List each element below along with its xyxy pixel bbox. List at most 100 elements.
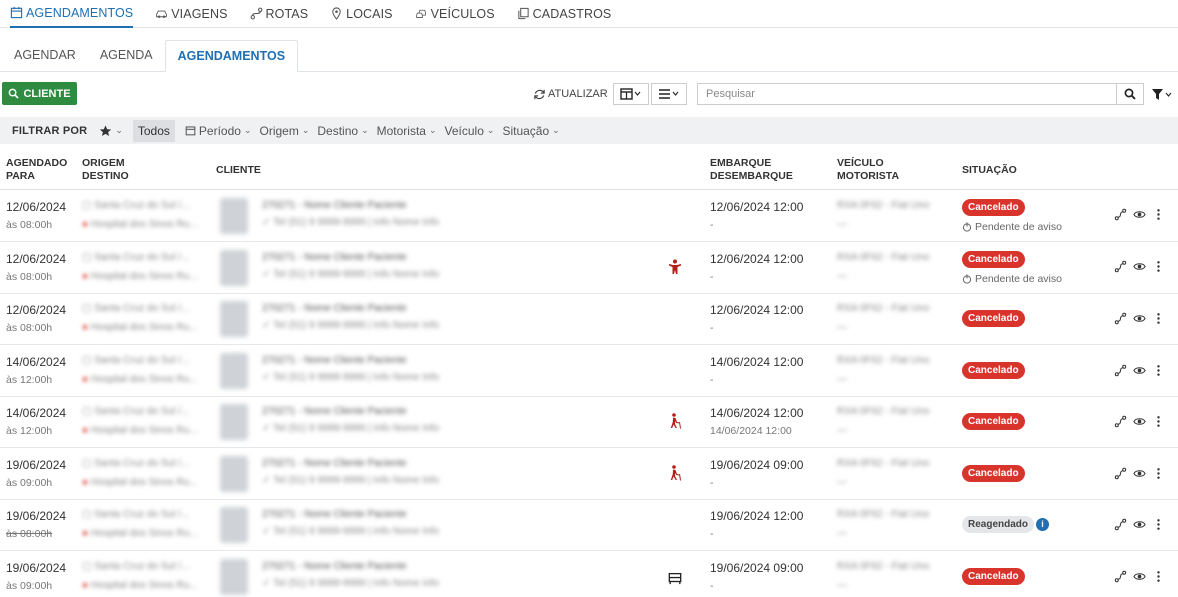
more-action[interactable] xyxy=(1152,312,1165,325)
chevron-down-icon: ⌄ xyxy=(552,125,560,135)
route-action[interactable] xyxy=(1114,467,1127,480)
route-action[interactable] xyxy=(1114,312,1127,325)
filter-periodo[interactable]: Período ⌄ xyxy=(185,124,251,138)
filter-origem[interactable]: Origem ⌄ xyxy=(259,124,309,138)
nav-rotas[interactable]: ROTAS xyxy=(250,0,309,28)
tab-agendar[interactable]: AGENDAR xyxy=(2,39,88,71)
route-action[interactable] xyxy=(1114,518,1127,531)
embarque-time: 14/06/2024 12:00 xyxy=(710,406,804,420)
rows-density-button[interactable] xyxy=(651,83,687,105)
nav-cadastros[interactable]: CADASTROS xyxy=(517,0,612,28)
table-row[interactable]: 19/06/2024 às 08:00h ▢ Santa Cruz do Sul /… xyxy=(0,500,1178,551)
filter-destino[interactable]: Destino ⌄ xyxy=(317,124,368,138)
client-name-blurred[interactable]: 270271 - Nome Cliente Paciente xyxy=(262,252,407,263)
route-action[interactable] xyxy=(1114,208,1127,221)
more-action[interactable] xyxy=(1152,208,1165,221)
col-agendado[interactable]: AGENDADO PARA xyxy=(6,157,67,183)
status-badge: Cancelado xyxy=(962,413,1025,430)
view-action[interactable] xyxy=(1133,570,1146,583)
search-icon xyxy=(9,88,20,99)
scheduled-hour: às 08:00h xyxy=(6,219,53,231)
route-action[interactable] xyxy=(1114,415,1127,428)
client-name-blurred[interactable]: 270271 - Nome Cliente Paciente xyxy=(262,561,407,572)
more-action[interactable] xyxy=(1152,415,1165,428)
col-cliente[interactable]: CLIENTE xyxy=(216,164,261,177)
client-name-blurred[interactable]: 270271 - Nome Cliente Paciente xyxy=(262,355,407,366)
client-name-blurred[interactable]: 270271 - Nome Cliente Paciente xyxy=(262,509,407,520)
table-row[interactable]: 19/06/2024 às 09:00h ▢ Santa Cruz do Sul /… xyxy=(0,449,1178,500)
filter-veiculo[interactable]: Veículo ⌄ xyxy=(445,124,495,138)
view-action[interactable] xyxy=(1133,467,1146,480)
desembarque-time: - xyxy=(710,219,714,231)
table-row[interactable]: 12/06/2024 às 08:00h ▢ Santa Cruz do Sul /… xyxy=(0,191,1178,242)
favorites-filter[interactable]: ⌄ xyxy=(99,125,123,137)
atualizar-button[interactable]: ATUALIZAR xyxy=(533,84,608,104)
route-icon xyxy=(1114,415,1127,428)
eye-icon xyxy=(1133,573,1146,580)
col-embarque[interactable]: EMBARQUE DESEMBARQUE xyxy=(710,157,793,183)
search-input[interactable] xyxy=(697,83,1117,105)
route-action[interactable] xyxy=(1114,364,1127,377)
filter-situacao[interactable]: Situação ⌄ xyxy=(502,124,559,138)
eye-icon xyxy=(1133,418,1146,425)
nav-veiculos[interactable]: VEÍCULOS xyxy=(415,0,495,28)
pending-label: Pendente de aviso xyxy=(975,273,1062,285)
tab-agendamentos[interactable]: AGENDAMENTOS xyxy=(164,40,299,72)
search-button[interactable] xyxy=(1117,83,1144,105)
embarque-time: 14/06/2024 12:00 xyxy=(710,355,804,369)
nav-viagens[interactable]: VIAGENS xyxy=(155,0,227,28)
table-row[interactable]: 14/06/2024 às 12:00h ▢ Santa Cruz do Sul /… xyxy=(0,346,1178,397)
tab-agenda[interactable]: AGENDA xyxy=(88,39,165,71)
origin-blurred: ▢ Santa Cruz do Sul /... xyxy=(82,200,190,211)
route-action[interactable] xyxy=(1114,570,1127,583)
table-row[interactable]: 19/06/2024 às 09:00h ▢ Santa Cruz do Sul /… xyxy=(0,552,1178,597)
view-action[interactable] xyxy=(1133,208,1146,221)
col-veiculo[interactable]: VEÍCULO MOTORISTA xyxy=(837,157,899,183)
vehicle-blurred: RXA 0F62 - Fiat Uno xyxy=(837,200,930,211)
more-action[interactable] xyxy=(1152,260,1165,273)
table-row[interactable]: 12/06/2024 às 08:00h ▢ Santa Cruz do Sul /… xyxy=(0,243,1178,294)
more-action[interactable] xyxy=(1152,518,1165,531)
more-action[interactable] xyxy=(1152,467,1165,480)
client-name-blurred[interactable]: 270271 - Nome Cliente Paciente xyxy=(262,458,407,469)
origin-blurred: ▢ Santa Cruz do Sul /... xyxy=(82,355,190,366)
nav-agendamentos[interactable]: AGENDAMENTOS xyxy=(10,0,134,28)
power-icon xyxy=(962,274,972,284)
col-situacao[interactable]: SITUAÇÃO xyxy=(962,164,1017,177)
view-action[interactable] xyxy=(1133,312,1146,325)
route-action[interactable] xyxy=(1114,260,1127,273)
col-origem[interactable]: ORIGEM DESTINO xyxy=(82,157,129,183)
view-action[interactable] xyxy=(1133,518,1146,531)
view-action[interactable] xyxy=(1133,260,1146,273)
avatar xyxy=(220,507,248,543)
search-icon xyxy=(1124,88,1136,100)
table-row[interactable]: 12/06/2024 às 08:00h ▢ Santa Cruz do Sul /… xyxy=(0,294,1178,345)
top-nav: AGENDAMENTOS VIAGENS ROTAS LOCAIS VEÍCUL… xyxy=(0,0,1178,28)
scheduled-date: 12/06/2024 xyxy=(6,200,67,214)
route-icon xyxy=(1114,364,1127,377)
col-label: AGENDADO xyxy=(6,157,68,169)
client-name-blurred[interactable]: 270271 - Nome Cliente Paciente xyxy=(262,200,407,211)
view-action[interactable] xyxy=(1133,415,1146,428)
nav-locais[interactable]: LOCAIS xyxy=(330,0,393,28)
view-action[interactable] xyxy=(1133,364,1146,377)
filter-motorista[interactable]: Motorista ⌄ xyxy=(377,124,437,138)
bed-icon xyxy=(668,572,682,585)
more-vertical-icon xyxy=(1157,365,1160,376)
desembarque-time: - xyxy=(710,477,714,489)
more-action[interactable] xyxy=(1152,364,1165,377)
more-action[interactable] xyxy=(1152,570,1165,583)
client-name-blurred[interactable]: 270271 - Nome Cliente Paciente xyxy=(262,303,407,314)
info-icon[interactable]: i xyxy=(1036,518,1049,531)
vehicles-icon xyxy=(415,9,426,18)
filter-todos[interactable]: Todos xyxy=(132,119,175,142)
more-vertical-icon xyxy=(1157,519,1160,530)
driver-blurred: — xyxy=(837,271,847,282)
add-cliente-button[interactable]: CLIENTE xyxy=(2,82,77,105)
advanced-filter-button[interactable] xyxy=(1146,83,1178,105)
chevron-down-icon: ⌄ xyxy=(428,125,437,135)
client-name-blurred[interactable]: 270271 - Nome Cliente Paciente xyxy=(262,406,407,417)
table-row[interactable]: 14/06/2024 às 12:00h ▢ Santa Cruz do Sul /… xyxy=(0,397,1178,448)
destination-blurred: ● Hospital dos Sinos Ru... xyxy=(82,477,198,488)
columns-toggle-button[interactable] xyxy=(613,83,649,105)
